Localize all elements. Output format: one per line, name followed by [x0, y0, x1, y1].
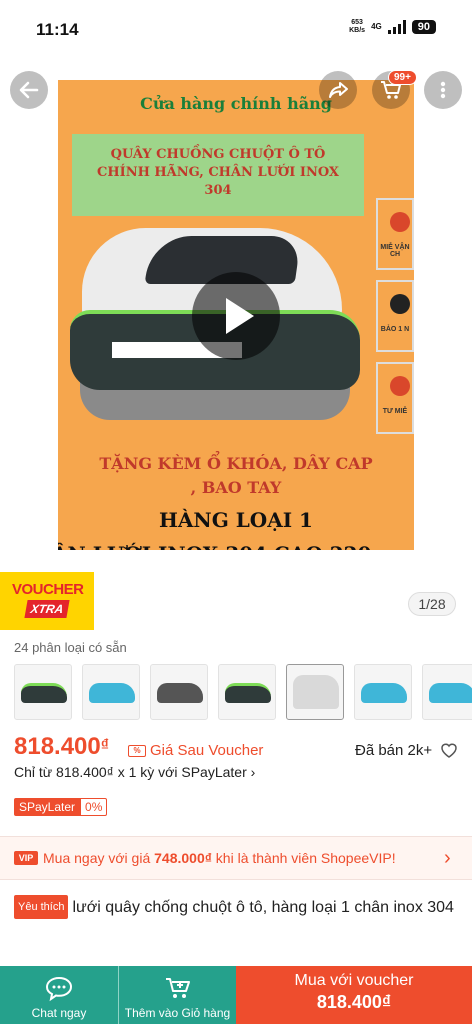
arrow-left-icon [19, 81, 39, 99]
price-after-voucher: % Giá Sau Voucher [128, 742, 263, 759]
truck-icon [390, 212, 410, 232]
back-button[interactable] [10, 71, 48, 109]
vip-icon: VIP [14, 851, 38, 865]
product-price: 818.400₫ [14, 733, 109, 761]
variant-thumbnail[interactable] [422, 664, 472, 720]
play-video-button[interactable] [192, 272, 280, 360]
poster-headline-line: 304 [204, 183, 232, 198]
spaylater-badge: SPayLater 0% [14, 798, 108, 816]
image-counter: 1/28 [408, 592, 456, 616]
poster-grade-text: HÀNG LOẠI 1 [159, 508, 313, 532]
favorite-heart-icon[interactable] [439, 740, 459, 760]
status-bar: 11:14 653 KB/s 4G 90 [0, 0, 472, 58]
voucher-tag-icon: % [128, 744, 146, 757]
share-icon [329, 82, 348, 98]
poster-headline-line: QUÂY CHUỒNG CHUỘT Ô TÔ [110, 147, 326, 162]
speed-unit: KB/s [349, 27, 366, 34]
status-time: 11:14 [36, 20, 79, 39]
warranty-icon [390, 294, 410, 314]
variants-label: 24 phân loại có sẵn [14, 640, 127, 655]
add-to-cart-button[interactable]: Thêm vào Giỏ hàng [118, 966, 236, 1024]
poster-gift-line: , BAO TAY [190, 478, 282, 497]
price-note-text: Giá Sau Voucher [150, 742, 264, 759]
poster-side-text: MIỄ VẬN CH [380, 244, 410, 258]
favorite-badge: Yêu thích [14, 895, 69, 919]
variant-thumbnails [14, 664, 472, 720]
voucher-xtra-label: XTRA [24, 600, 70, 618]
vip-text: Mua ngay với giá 748.000₫ khi là thành v… [43, 850, 396, 866]
variant-thumbnail[interactable] [218, 664, 276, 720]
poster-side-badge: BẢO 1 N [376, 280, 414, 352]
buy-with-voucher-button[interactable]: Mua với voucher 818.400₫ [236, 966, 472, 1024]
installment-info[interactable]: Chỉ từ 818.400₫ x 1 kỳ với SPayLater › [14, 764, 255, 780]
add-to-cart-label: Thêm vào Giỏ hàng [124, 1006, 231, 1020]
bottom-action-bar: Chat ngay Thêm vào Giỏ hàng Mua với vouc… [0, 966, 472, 1024]
network-type: 4G [371, 22, 382, 31]
spaylater-rate: 0% [80, 798, 108, 816]
signal-icon [387, 20, 406, 34]
chat-now-button[interactable]: Chat ngay [0, 966, 118, 1024]
poster-store-text: Cửa hàng chính hãng [140, 94, 332, 113]
vip-text-before: Mua ngay với giá [43, 850, 155, 866]
variant-thumbnail[interactable] [354, 664, 412, 720]
cart-badge: 99+ [388, 70, 417, 85]
battery-icon: 90 [411, 20, 436, 34]
voucher-xtra-badge[interactable]: VOUCHER XTRA [0, 572, 94, 630]
chat-now-label: Chat ngay [31, 1006, 87, 1020]
more-button[interactable] [424, 71, 462, 109]
poster-side-badge: MIỄ VẬN CH [376, 198, 414, 270]
poster-gift-line: TẶNG KÈM Ổ KHÓA, DÂY CAP [99, 454, 373, 473]
price-amount: 818.400 [14, 733, 101, 760]
poster-side-badge: TƯ MIỄ [376, 362, 414, 434]
add-cart-icon [166, 978, 190, 998]
product-image-gallery[interactable]: Cửa hàng chính hãng QUÂY CHUỒNG CHUỘT Ô … [0, 58, 472, 568]
variant-thumbnail[interactable] [14, 664, 72, 720]
buy-price: 818.400₫ [316, 992, 392, 1012]
chat-icon [45, 976, 73, 1002]
variant-thumbnail[interactable] [150, 664, 208, 720]
shopee-vip-banner[interactable]: VIP Mua ngay với giá 748.000₫ khi là thà… [0, 836, 472, 880]
speed-value: 653 [351, 19, 363, 26]
poster-side-text: BẢO 1 N [380, 326, 410, 333]
voucher-label: VOUCHER [12, 581, 84, 598]
status-indicators: 653 KB/s 4G 90 [349, 19, 436, 35]
poster-side-text: TƯ MIỄ [382, 408, 408, 415]
variant-thumbnail[interactable] [286, 664, 344, 720]
price-currency: ₫ [100, 737, 109, 754]
more-icon [440, 81, 446, 99]
vip-text-after: khi là thành viên ShopeeVIP! [211, 850, 396, 866]
product-title: Yêu thích lưới quây chống chuột ô tô, hàn… [14, 895, 464, 919]
variant-thumbnail[interactable] [82, 664, 140, 720]
poster-headline: QUÂY CHUỒNG CHUỘT Ô TÔ CHÍNH HÃNG, CHÂN … [72, 134, 364, 216]
network-speed: 653 KB/s [349, 19, 365, 35]
chevron-right-icon: › [444, 847, 451, 869]
poster-gift-text: TẶNG KÈM Ổ KHÓA, DÂY CAP , BAO TAY [58, 452, 414, 500]
product-page: 11:14 653 KB/s 4G 90 Cửa hàng chính hãng… [0, 0, 472, 1024]
share-button[interactable] [319, 71, 357, 109]
product-title-text: lưới quây chống chuột ô tô, hàng loại 1 … [72, 899, 454, 916]
poster-bottom-text: ÂN LƯỚI INOX 304 CAO 220 [58, 542, 371, 550]
spaylater-label: SPayLater [14, 798, 81, 816]
location-icon [390, 376, 410, 396]
buy-label: Mua với voucher [294, 972, 414, 989]
poster-headline-line: CHÍNH HÃNG, CHÂN LƯỚI INOX [96, 165, 340, 180]
vip-price: 748.000₫ [154, 850, 212, 866]
sold-count: Đã bán 2k+ [355, 742, 433, 759]
